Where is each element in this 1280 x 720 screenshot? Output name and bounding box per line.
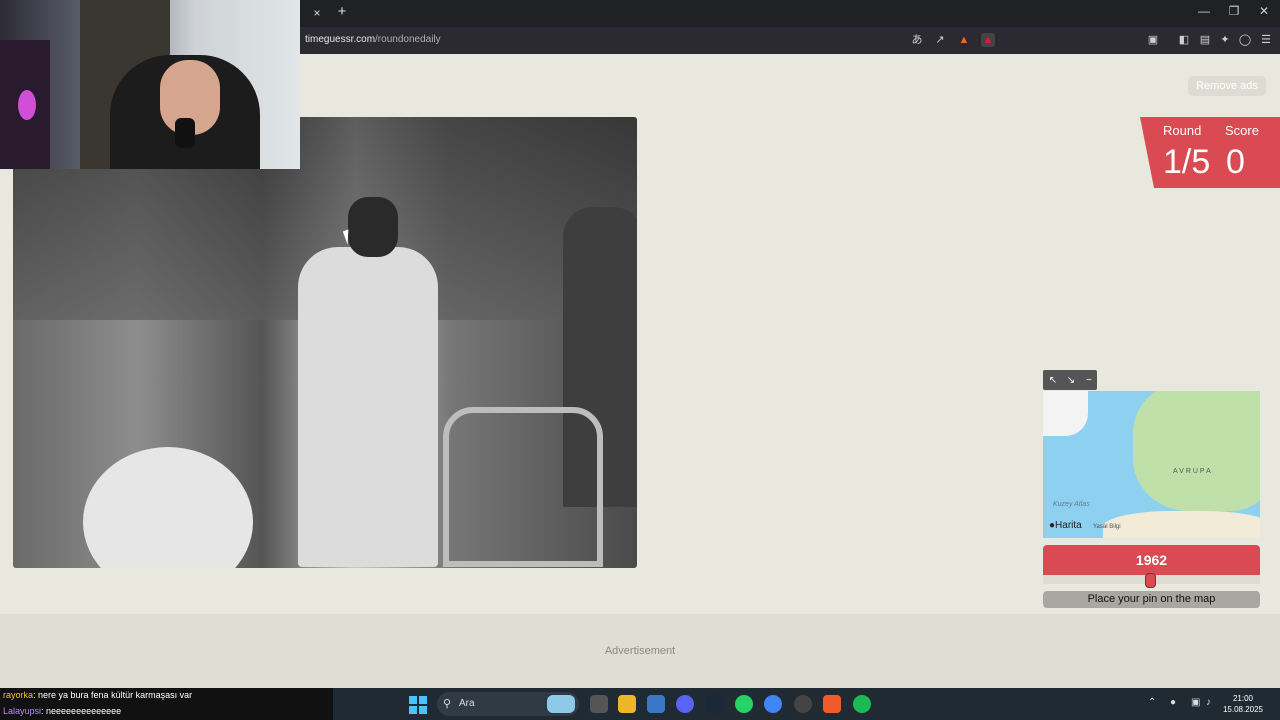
map-region-label: AVRUPA — [1173, 468, 1213, 475]
advertisement-area: Advertisement — [0, 614, 1280, 688]
chat-text: : nere ya bura fena kültür karmaşası var — [33, 690, 193, 700]
url-domain: timeguessr.com — [305, 34, 376, 45]
map-ocean-label: Kuzey Atlas — [1053, 501, 1090, 508]
tray-chevron-icon[interactable]: ⌃ — [1148, 697, 1156, 708]
chat-message: rayorka: nere ya bura fena kültür karmaş… — [3, 690, 192, 700]
steam-icon[interactable] — [705, 695, 723, 713]
place-pin-button[interactable]: Place your pin on the map — [1043, 591, 1260, 608]
map-brand-label: ●Harita — [1049, 520, 1082, 531]
chat-username: Lalayupsi — [3, 706, 42, 716]
pin-map-icon[interactable]: − — [1081, 373, 1097, 389]
map-toolbar: ↖ ↘ − — [1043, 370, 1097, 390]
windows-start-icon[interactable] — [409, 696, 427, 714]
task-view-icon[interactable] — [590, 695, 608, 713]
restore-icon[interactable]: ❐ — [1224, 4, 1244, 18]
leo-ai-icon[interactable]: ✦ — [1218, 33, 1232, 47]
microphone-icon[interactable]: ● — [1170, 697, 1176, 708]
chat-message: Lalayupsi: neeeeeeeeeeeeee — [3, 706, 121, 716]
url-field[interactable]: timeguessr.com/roundonedaily — [305, 34, 441, 45]
webcam-overlay — [0, 0, 300, 169]
stream-chat-overlay: rayorka: nere ya bura fena kültür karmaş… — [0, 688, 333, 720]
brave-shield-icon[interactable]: ▲ — [957, 33, 971, 47]
search-icon: ⚲ — [443, 698, 452, 710]
brave-icon[interactable] — [823, 695, 841, 713]
network-icon[interactable]: ▣ — [1191, 697, 1200, 708]
round-label: Round — [1163, 123, 1202, 138]
search-widget-icon — [547, 695, 575, 713]
round-value: 1/5 — [1163, 143, 1211, 181]
year-display: 1962 — [1043, 545, 1260, 575]
translate-icon[interactable]: あ — [910, 33, 924, 47]
clock-time: 21:00 — [1232, 694, 1254, 703]
score-label: Score — [1225, 123, 1259, 138]
volume-icon[interactable]: ♪ — [1206, 697, 1211, 708]
historical-photo — [13, 117, 637, 568]
file-explorer-icon[interactable] — [618, 695, 636, 713]
url-path: /roundonedaily — [375, 34, 441, 45]
round-score-panel: Round Score 1/5 0 — [1140, 117, 1280, 188]
expand-map-icon[interactable]: ↖ — [1045, 373, 1061, 389]
sidebar-icon[interactable]: ◧ — [1177, 33, 1191, 47]
chat-username: rayorka — [3, 690, 34, 700]
store-icon[interactable] — [647, 695, 665, 713]
brave-rewards-icon[interactable]: ▲ — [981, 33, 995, 47]
guess-map[interactable]: AVRUPA Kuzey Atlas ●Harita Yasal Bilgi — [1043, 391, 1260, 538]
minimize-icon[interactable]: — — [1194, 4, 1214, 18]
wallet-icon[interactable]: ▤ — [1198, 33, 1212, 47]
share-icon[interactable]: ↗ — [933, 33, 947, 47]
vpn-icon[interactable]: ◯ — [1238, 33, 1252, 47]
map-legal-link[interactable]: Yasal Bilgi — [1093, 524, 1121, 530]
shrink-map-icon[interactable]: ↘ — [1063, 373, 1079, 389]
advertisement-label: Advertisement — [604, 645, 676, 657]
tab-close-button[interactable]: × — [309, 5, 325, 21]
whatsapp-icon[interactable] — [735, 695, 753, 713]
obs-icon[interactable] — [794, 695, 812, 713]
chrome-icon[interactable] — [764, 695, 782, 713]
score-value: 0 — [1226, 143, 1245, 181]
year-slider-thumb[interactable] — [1145, 573, 1156, 588]
reader-icon[interactable]: ▣ — [1146, 33, 1160, 47]
close-icon[interactable]: ✕ — [1254, 4, 1274, 18]
menu-icon[interactable]: ☰ — [1259, 33, 1273, 47]
spotify-icon[interactable] — [853, 695, 871, 713]
chat-text: : neeeeeeeeeeeeee — [41, 706, 122, 716]
clock-date: 15.08.2025 — [1222, 705, 1264, 714]
system-clock[interactable]: 21:00 15.08.2025 — [1218, 693, 1268, 715]
search-placeholder: Ara — [459, 698, 475, 709]
remove-ads-button[interactable]: Remove ads — [1188, 76, 1266, 96]
taskbar-search[interactable]: ⚲ Ara — [437, 692, 579, 716]
new-tab-button[interactable]: + — [334, 4, 350, 20]
discord-icon[interactable] — [676, 695, 694, 713]
